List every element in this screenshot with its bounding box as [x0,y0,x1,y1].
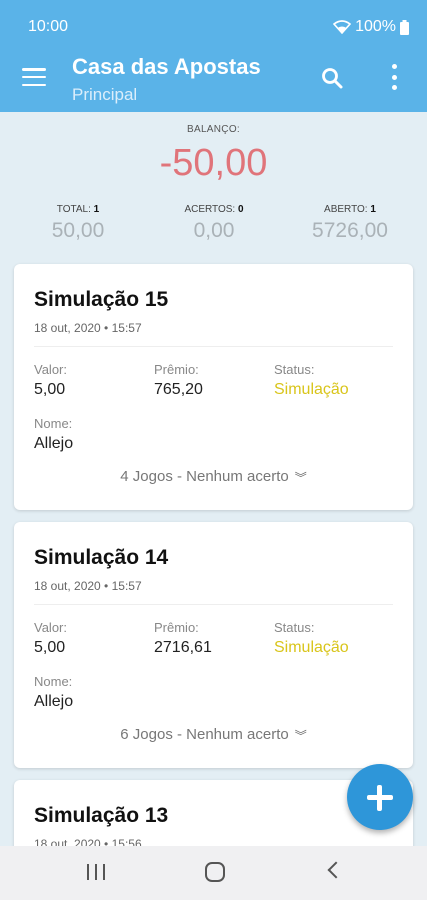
field-label: Nome: [34,674,73,689]
field-valor: Valor: 5,00 [34,362,67,399]
search-icon[interactable] [320,66,344,90]
bet-title: Simulação 13 [34,804,169,827]
field-value: Allejo [34,435,74,452]
bet-title: Simulação 14 [34,546,169,569]
battery-level: 100% [355,18,396,35]
expand-games-button[interactable]: 4 Jogos - Nenhum acerto ︾ [14,468,413,486]
bet-title: Simulação 15 [34,288,169,311]
add-icon[interactable] [347,764,413,830]
field-value: 765,20 [154,381,203,398]
field-label: Status: [274,620,315,635]
status-time: 10:00 [28,18,69,35]
stat-hits: ACERTOS: 0 0,00 [154,204,274,243]
balance-value: -50,00 [159,142,268,184]
field-value: 5,00 [34,639,66,656]
stat-total-value: 50,00 [51,219,105,242]
stat-open-value: 5726,00 [312,219,388,242]
status-value: Simulação [274,381,349,398]
field-nome: Nome: Allejo [34,416,73,453]
stat-open: ABERTO: 1 5726,00 [290,204,410,243]
stat-hits-value: 0,00 [193,219,235,242]
menu-icon[interactable] [22,68,46,86]
stat-open-count: 1 [370,204,376,215]
status-icons: 100% [333,18,409,36]
field-label: Prêmio: [154,620,199,635]
summary-panel: BALANÇO: -50,00 TOTAL: 1 50,00 ACERTOS: … [0,112,427,262]
expand-games-button[interactable]: 6 Jogos - Nenhum acerto ︾ [14,726,413,744]
app-bar: 10:00 100% Casa das Apostas Principal [0,0,427,112]
status-value: Simulação [274,639,349,656]
stat-total-label: TOTAL: [56,204,91,215]
recent-apps-icon[interactable] [87,864,105,880]
balance-label: BALANÇO: [187,124,240,135]
field-label: Nome: [34,416,73,431]
divider [34,346,393,347]
app-subtitle: Principal [72,85,138,104]
field-status: Status: Simulação [274,620,349,657]
bet-card[interactable]: Simulação 15 18 out, 2020 • 15:57 Valor:… [14,264,413,510]
app-title: Casa das Apostas [72,54,261,79]
bet-card[interactable]: Simulação 14 18 out, 2020 • 15:57 Valor:… [14,522,413,768]
battery-icon [400,19,409,35]
double-chevron-down-icon: ︾ [294,728,307,743]
field-nome: Nome: Allejo [34,674,73,711]
stat-hits-label: ACERTOS: [184,204,236,215]
more-vert-icon[interactable] [387,64,401,90]
field-value: 5,00 [34,381,66,398]
stat-total-count: 1 [93,204,100,215]
field-value: Allejo [34,693,74,710]
wifi-icon [333,20,352,34]
field-value: 2716,61 [154,639,212,656]
stat-hits-count: 0 [237,204,244,215]
games-summary: 6 Jogos - Nenhum acerto [120,726,289,743]
divider [34,604,393,605]
stat-total: TOTAL: 1 50,00 [18,204,138,243]
field-premio: Prêmio: 2716,61 [154,620,212,657]
games-summary: 4 Jogos - Nenhum acerto [120,468,289,485]
field-label: Prêmio: [154,362,199,377]
field-status: Status: Simulação [274,362,349,399]
field-premio: Prêmio: 765,20 [154,362,203,399]
field-label: Valor: [34,620,67,635]
field-label: Status: [274,362,315,377]
home-icon[interactable] [205,862,225,882]
double-chevron-down-icon: ︾ [294,470,307,485]
stat-open-label: ABERTO: [324,204,368,215]
back-icon[interactable] [327,861,345,879]
system-nav-bar [0,846,427,900]
bet-date: 18 out, 2020 • 15:57 [34,579,142,593]
field-valor: Valor: 5,00 [34,620,67,657]
field-label: Valor: [34,362,67,377]
bet-date: 18 out, 2020 • 15:57 [34,321,142,335]
